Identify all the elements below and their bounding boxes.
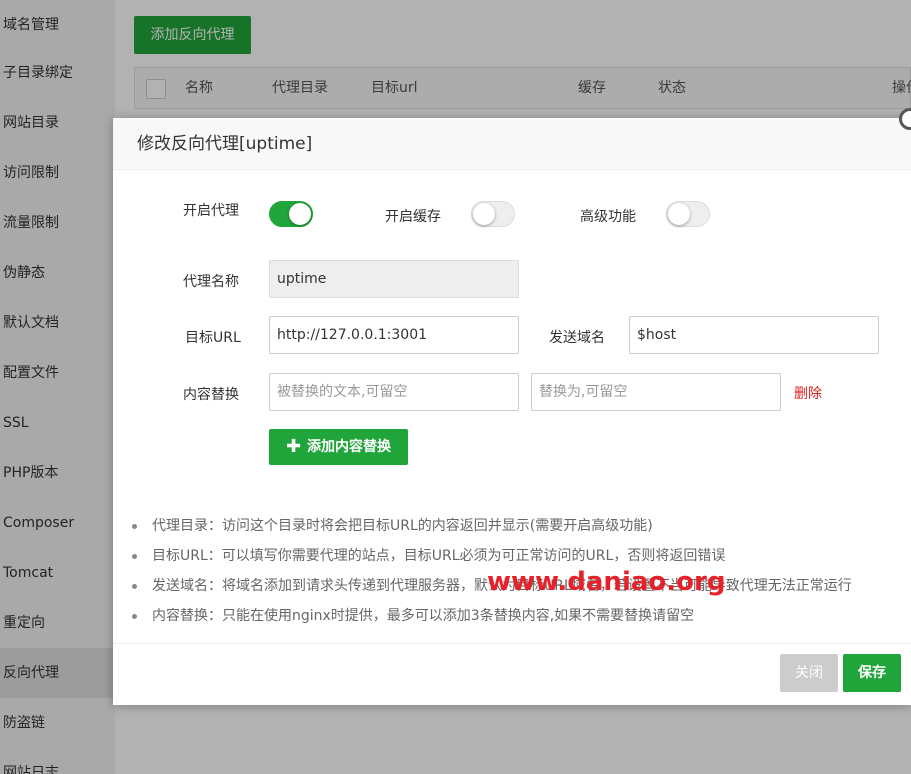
edit-reverse-proxy-dialog: 修改反向代理[uptime] 开启代理 开启缓存 高级功能 代理名称 目标URL… [113, 108, 911, 705]
target-url-label: 目标URL [185, 330, 241, 346]
plus-icon: ✚ [285, 436, 302, 457]
proxy-name-input[interactable] [269, 260, 519, 298]
toggle-knob [473, 203, 495, 225]
enable-proxy-label: 开启代理 [183, 203, 239, 219]
close-button[interactable]: 关闭 [780, 654, 838, 692]
send-domain-label: 发送域名 [549, 330, 605, 346]
content-replace-label: 内容替换 [183, 387, 239, 403]
advanced-toggle[interactable] [666, 201, 710, 227]
dialog-footer: 关闭 保存 [113, 643, 911, 705]
target-url-input[interactable] [269, 316, 519, 354]
delete-replace-link[interactable]: 删除 [794, 383, 822, 403]
add-content-replace-label: 添加内容替换 [307, 439, 392, 455]
dialog-title: 修改反向代理[uptime] [113, 118, 911, 170]
advanced-label: 高级功能 [580, 209, 636, 225]
save-button[interactable]: 保存 [843, 654, 901, 692]
toggle-knob [668, 203, 690, 225]
enable-proxy-toggle[interactable] [269, 201, 313, 227]
replace-from-input[interactable] [269, 373, 519, 411]
send-domain-input[interactable] [629, 316, 879, 354]
list-item: 代理目录：访问这个目录时将会把目标URL的内容返回并显示(需要开启高级功能) [131, 511, 911, 541]
toggle-knob [289, 203, 311, 225]
watermark: www.daniao.org [487, 567, 726, 597]
enable-cache-toggle[interactable] [471, 201, 515, 227]
list-item: 内容替换：只能在使用nginx时提供，最多可以添加3条替换内容,如果不需要替换请… [131, 601, 911, 631]
enable-cache-label: 开启缓存 [385, 209, 441, 225]
replace-to-input[interactable] [531, 373, 781, 411]
add-content-replace-button[interactable]: ✚ 添加内容替换 [269, 429, 408, 465]
proxy-name-label: 代理名称 [183, 274, 239, 290]
